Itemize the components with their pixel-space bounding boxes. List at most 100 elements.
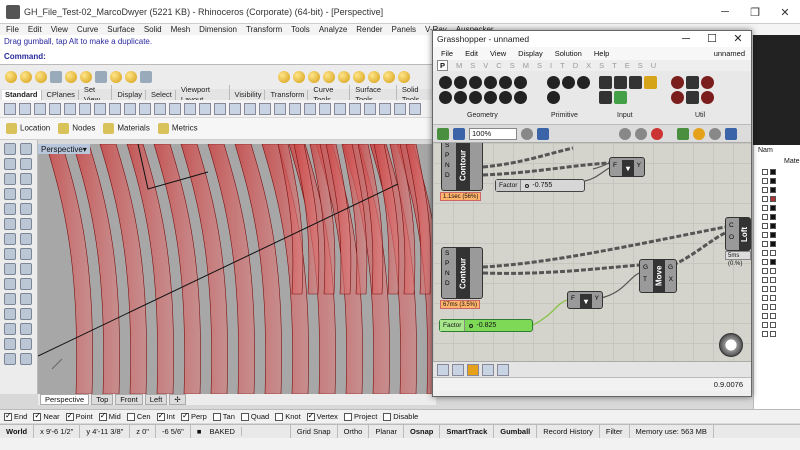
osnap-tan[interactable]: Tan [212,412,235,421]
osnap-project[interactable]: Project [343,412,377,421]
layer-color-swatch[interactable] [770,258,776,265]
layer-lock-icon[interactable] [762,240,768,247]
layer-row[interactable] [762,284,800,293]
command-area[interactable]: Drag gumball, tap Alt to make a duplicat… [0,35,436,65]
display-icon[interactable] [693,127,705,140]
move-component[interactable]: GT Move GX [639,259,677,293]
layer-lock-icon[interactable] [762,168,768,175]
layer-row[interactable] [762,320,800,329]
menu-item[interactable]: File [6,25,19,34]
osnap-disable[interactable]: Disable [383,412,418,421]
layer-row[interactable] [762,257,800,266]
layer-lock-icon[interactable] [762,285,768,292]
layer-row[interactable] [762,239,800,248]
tool-icon[interactable] [4,102,16,115]
tool-icon[interactable] [4,263,16,275]
tool-icon[interactable] [334,102,346,115]
zoom-select[interactable]: 100% [469,127,517,140]
view-icon[interactable] [521,127,533,140]
tool-icon[interactable] [80,71,92,83]
component-icon[interactable] [701,91,714,104]
tool-icon[interactable] [65,71,77,83]
factor-slider-2[interactable]: Factor -0.825 [439,319,533,332]
tool-icon[interactable] [79,102,91,115]
factor-slider-1[interactable]: Factor -0.755 [495,179,585,192]
gh-category-tab[interactable]: P [437,60,449,71]
tool-icon[interactable] [20,173,32,185]
tool-icon[interactable] [20,338,32,350]
layer-row[interactable] [762,329,800,338]
tool-icon[interactable] [323,71,335,83]
tool-icon[interactable] [20,218,32,230]
menu-item[interactable]: Solid [144,25,162,34]
panel-tab-materials[interactable]: Materials [103,123,150,134]
tool-icon[interactable] [4,173,16,185]
tool-icon[interactable] [140,71,152,83]
tool-icon[interactable] [4,248,16,260]
component-icon[interactable] [671,76,684,89]
panel-tab-nodes[interactable]: Nodes [58,123,95,134]
menu-item[interactable]: Edit [28,25,42,34]
layer-color-swatch[interactable] [770,303,776,310]
gh-category-tab[interactable]: T [560,61,565,70]
tool-icon[interactable] [20,143,32,155]
tool-icon[interactable] [20,263,32,275]
layer-lock-icon[interactable] [762,222,768,229]
tool-icon[interactable] [259,102,271,115]
viewport-tab[interactable]: Top [91,394,114,405]
layer-row[interactable] [762,212,800,221]
tool-icon[interactable] [94,102,106,115]
tool-icon[interactable] [289,102,301,115]
tool-icon[interactable] [35,71,47,83]
add-viewport-icon[interactable]: ✢ [169,394,186,405]
layer-color-swatch[interactable] [770,186,776,193]
bake-icon[interactable] [651,127,663,140]
tool-icon[interactable] [50,71,62,83]
menu-item[interactable]: Render [356,25,382,34]
tool-icon[interactable] [274,102,286,115]
layer-color-swatch[interactable] [770,267,776,274]
tool-icon[interactable] [109,102,121,115]
component-icon[interactable] [614,91,627,104]
command-prompt[interactable]: Command: [4,52,46,61]
wire-icon[interactable] [709,127,721,140]
tool-icon[interactable] [20,203,32,215]
osnap-vertex[interactable]: Vertex [306,411,338,421]
tool-icon[interactable] [5,71,17,83]
viewport-tab[interactable]: Left [144,394,168,405]
tool-icon[interactable] [199,102,211,115]
menu-item[interactable]: Surface [107,25,135,34]
gh-category-tab[interactable]: D [573,61,578,70]
tool-icon[interactable] [4,353,16,365]
perspective-viewport[interactable] [38,144,436,394]
osnap-near[interactable]: Near [33,411,60,421]
tool-icon[interactable] [394,102,406,115]
layer-color-swatch[interactable] [770,285,776,292]
menu-item[interactable]: Tools [291,25,310,34]
component-icon[interactable] [599,76,612,89]
component-icon[interactable] [514,76,527,89]
menu-item[interactable]: Mesh [171,25,191,34]
contour-component[interactable]: SPND Contour [441,143,483,191]
gh-category-tab[interactable]: E [625,61,630,70]
menu-item[interactable]: Transform [246,25,282,34]
viewport-tab[interactable]: Perspective [40,394,90,405]
material-icon[interactable] [677,127,689,140]
layer-row[interactable] [762,194,800,203]
globe-icon[interactable] [725,127,737,140]
layer-row[interactable] [762,221,800,230]
component-icon[interactable] [439,91,452,104]
gh-category-tab[interactable]: S [638,61,643,70]
component-icon[interactable] [547,76,560,89]
gh-menu-item[interactable]: File [441,49,453,58]
component-icon[interactable] [644,76,657,89]
layer-lock-icon[interactable] [762,330,768,337]
gh-category-tab[interactable]: I [550,61,552,70]
component-icon[interactable] [454,76,467,89]
tool-icon[interactable] [110,71,122,83]
menu-item[interactable]: Curve [77,25,98,34]
gh-category-tab[interactable]: M [523,61,529,70]
component-icon[interactable] [499,91,512,104]
osnap-checkbox[interactable] [343,412,352,421]
component-icon[interactable] [547,91,560,104]
